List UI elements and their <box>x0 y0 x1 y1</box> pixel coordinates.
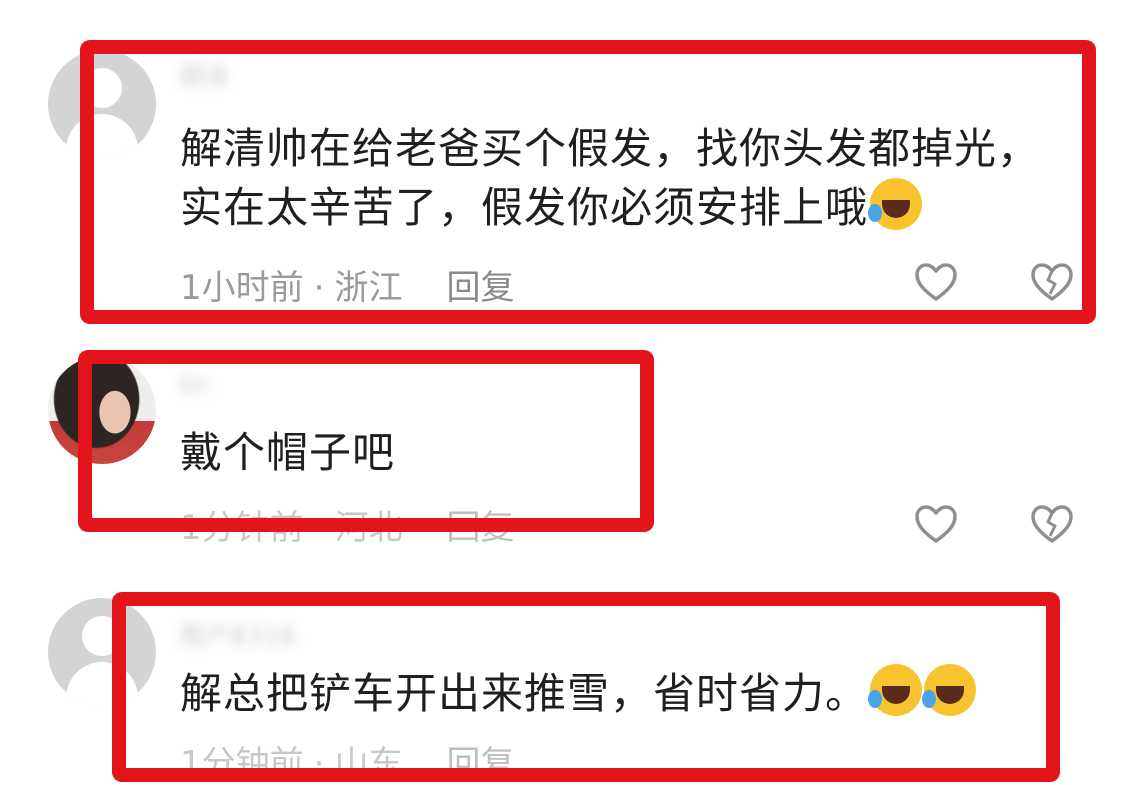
highlight-box-2 <box>78 350 654 532</box>
highlight-box-3 <box>112 592 1060 782</box>
highlight-box-1 <box>80 40 1096 324</box>
